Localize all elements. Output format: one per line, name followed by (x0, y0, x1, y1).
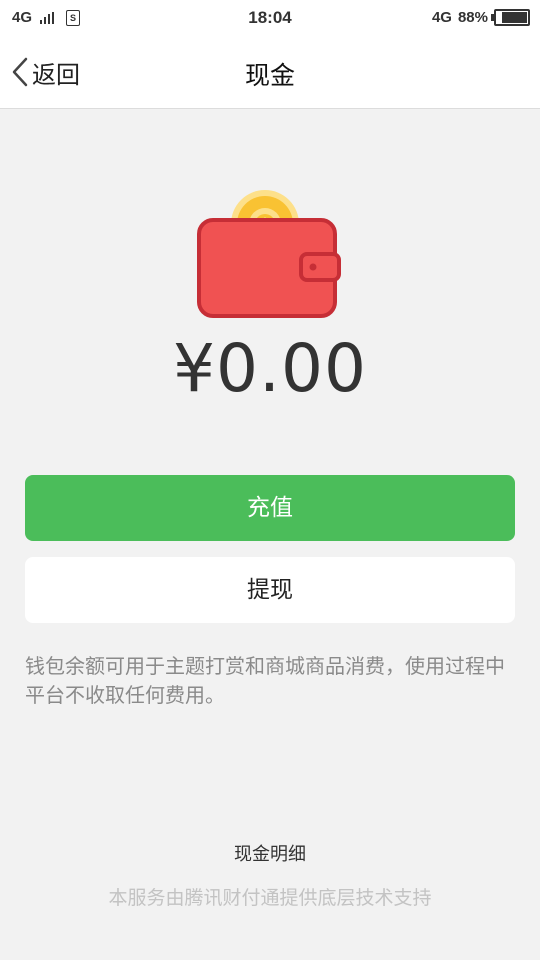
battery-percent: 88% (457, 9, 488, 26)
wallet-with-coin-icon (197, 190, 341, 318)
status-bar: 4G S 18:04 4G 88% (0, 0, 540, 36)
battery-icon (491, 9, 530, 26)
cash-details-link[interactable]: 现金明细 (0, 840, 540, 866)
nav-bar: 返回 现金 (0, 36, 540, 109)
page-title: 现金 (244, 61, 295, 90)
balance-amount: ¥0.00 (173, 330, 367, 407)
wallet-illustration (195, 190, 345, 322)
withdraw-button[interactable]: 提现 (25, 557, 515, 623)
service-provider-footer: 本服务由腾讯财付通提供底层技术支持 (108, 887, 432, 909)
wallet-usage-note: 钱包余额可用于主题打赏和商城商品消费，使用过程中平台不收取任何费用。 (25, 654, 505, 707)
recharge-button[interactable]: 充值 (25, 475, 515, 541)
status-right: 4G 88% (432, 9, 530, 26)
network-type-right-label: 4G (431, 9, 452, 26)
